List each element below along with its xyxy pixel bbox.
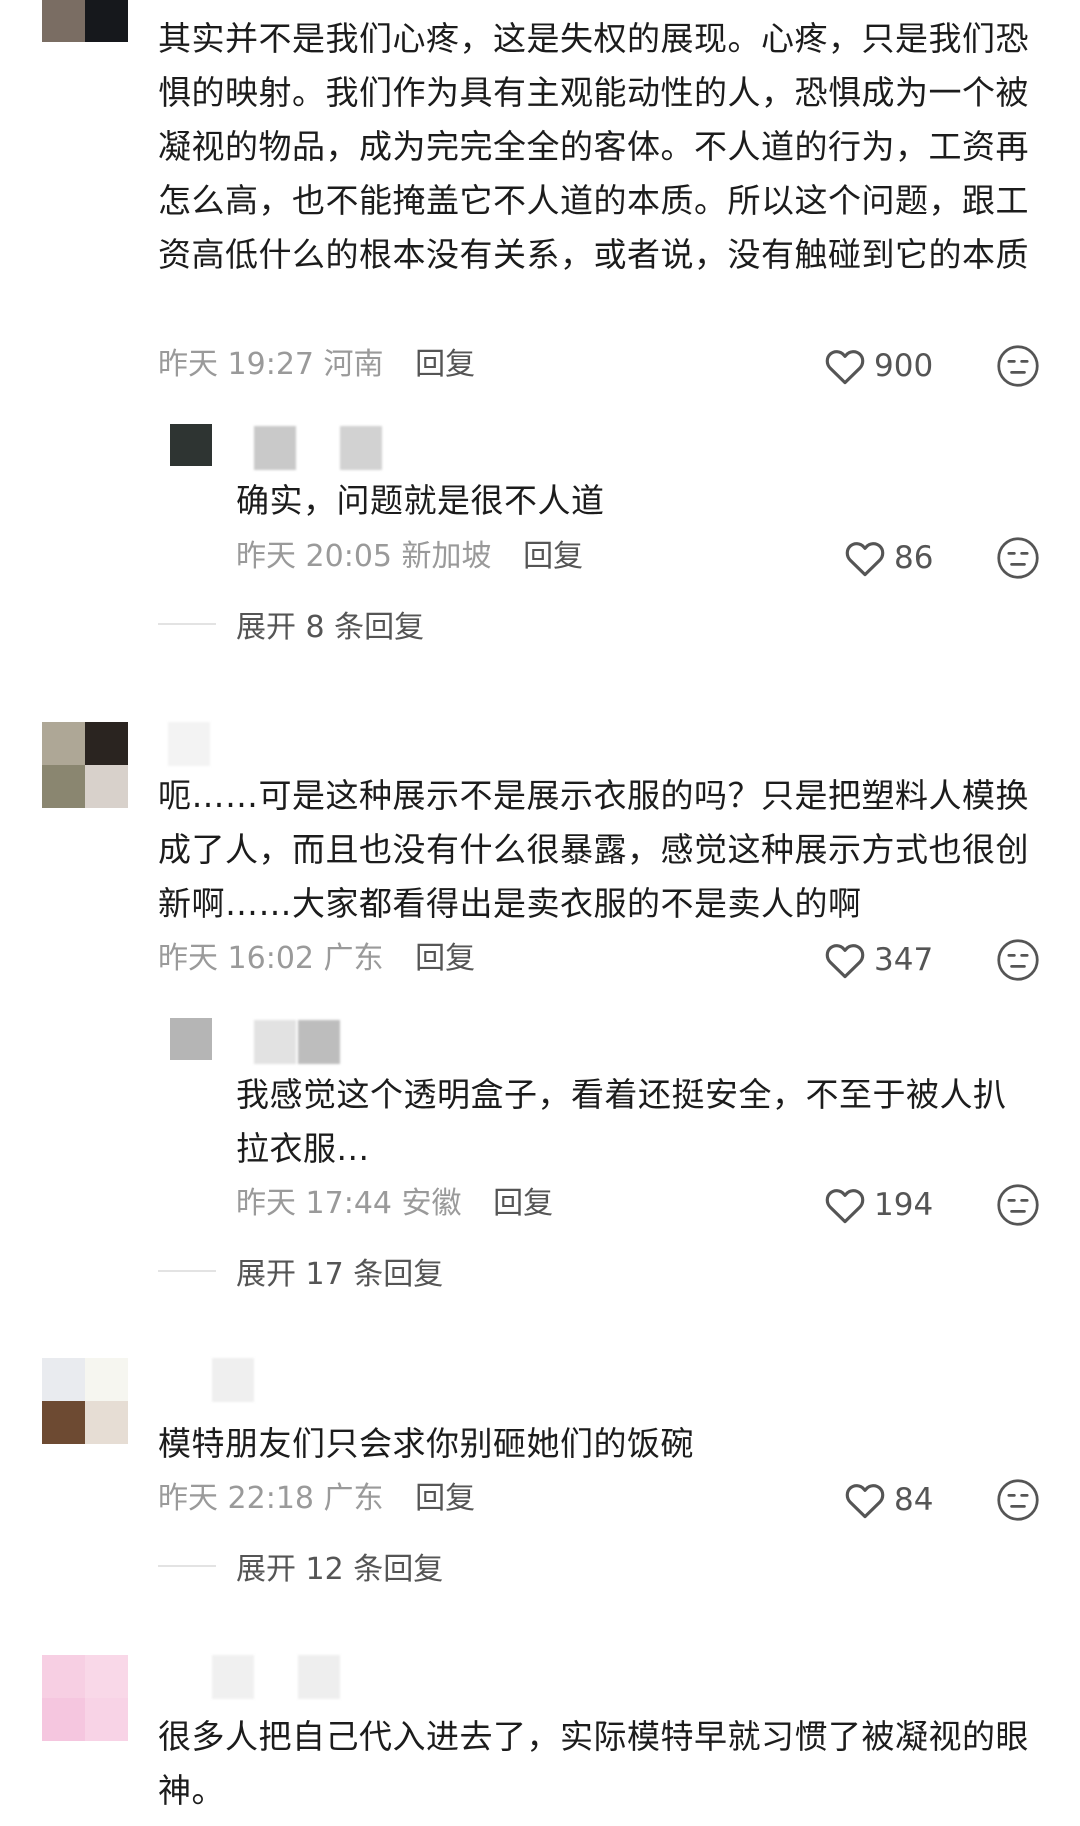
username-blurred	[168, 722, 210, 766]
expand-replies-button[interactable]: 展开 17 条回复	[158, 1249, 443, 1293]
reply-text: 我感觉这个透明盒子，看着还挺安全，不至于被人扒拉衣服...	[236, 1075, 1007, 1168]
like-button[interactable]: 84	[844, 1478, 933, 1522]
reply-username-blurred	[340, 426, 382, 470]
heart-outline-icon	[845, 1484, 885, 1519]
expand-replies-label: 展开 17 条回复	[236, 1257, 444, 1292]
expand-replies-label: 展开 8 条回复	[236, 610, 425, 645]
meh-face-icon[interactable]	[996, 1183, 1040, 1227]
reply-button[interactable]: 回复	[415, 941, 475, 976]
comment-time: 昨天 22:18	[158, 1481, 314, 1516]
comment-location: 广东	[323, 941, 384, 976]
like-button[interactable]: 900	[824, 344, 933, 388]
reply-username-blurred	[254, 1020, 296, 1064]
like-count: 194	[874, 1187, 934, 1223]
reply-username-blurred	[298, 1020, 340, 1064]
avatar[interactable]	[42, 1358, 128, 1444]
comment-text: 模特朋友们只会求你别砸她们的饭碗	[158, 1424, 694, 1463]
reply-button[interactable]: 回复	[523, 539, 583, 574]
comment-text: 其实并不是我们心疼，这是失权的展现。心疼，只是我们恐惧的映射。我们作为具有主观能…	[158, 19, 1029, 274]
reply-location: 新加坡	[401, 539, 492, 574]
expand-replies-label: 展开 12 条回复	[236, 1552, 444, 1587]
reply-username-blurred	[254, 426, 296, 470]
comment-meta: 昨天 22:18 广东 回复	[158, 1477, 475, 1521]
meh-face-icon[interactable]	[996, 938, 1040, 982]
like-count: 84	[894, 1482, 934, 1518]
heart-outline-icon	[825, 350, 865, 385]
avatar[interactable]	[42, 1655, 128, 1741]
comment-meta: 昨天 19:27 河南 回复	[158, 343, 475, 387]
like-count: 86	[894, 540, 934, 576]
username-blurred	[212, 1358, 254, 1402]
avatar[interactable]	[42, 722, 128, 808]
heart-outline-icon	[825, 944, 865, 979]
like-count: 347	[874, 942, 934, 978]
meh-face-icon[interactable]	[996, 536, 1040, 580]
reply-avatar[interactable]	[170, 424, 212, 466]
username-blurred	[212, 1655, 254, 1699]
reply-button[interactable]: 回复	[415, 1481, 475, 1516]
like-button[interactable]: 347	[824, 938, 933, 982]
username-blurred	[298, 1655, 340, 1699]
meh-face-icon[interactable]	[996, 1478, 1040, 1522]
comment-time: 昨天 16:02	[158, 941, 314, 976]
meh-face-icon[interactable]	[996, 344, 1040, 388]
expand-replies-button[interactable]: 展开 12 条回复	[158, 1544, 443, 1588]
comment-text: 很多人把自己代入进去了，实际模特早就习惯了被凝视的眼神。	[158, 1717, 1029, 1810]
heart-outline-icon	[825, 1189, 865, 1224]
comment-location: 广东	[323, 1481, 384, 1516]
comment-time: 昨天 19:27	[158, 347, 314, 382]
divider	[158, 1270, 216, 1272]
like-button[interactable]: 86	[844, 536, 933, 580]
divider	[158, 1565, 216, 1567]
like-button[interactable]: 194	[824, 1183, 933, 1227]
reply-text: 确实，问题就是很不人道	[236, 481, 605, 520]
comment-text: 呃……可是这种展示不是展示衣服的吗？只是把塑料人模换成了人，而且也没有什么很暴露…	[158, 776, 1029, 923]
divider	[158, 623, 216, 625]
reply-time: 昨天 17:44	[236, 1186, 392, 1221]
reply-avatar[interactable]	[170, 1018, 212, 1060]
avatar[interactable]	[42, 0, 128, 42]
like-count: 900	[874, 348, 934, 384]
reply-button[interactable]: 回复	[493, 1186, 553, 1221]
comment-location: 河南	[323, 347, 384, 382]
reply-meta: 昨天 20:05 新加坡 回复	[236, 535, 583, 579]
expand-replies-button[interactable]: 展开 8 条回复	[158, 602, 424, 646]
reply-time: 昨天 20:05	[236, 539, 392, 574]
comment-meta: 昨天 16:02 广东 回复	[158, 937, 475, 981]
reply-meta: 昨天 17:44 安徽 回复	[236, 1182, 553, 1226]
reply-location: 安徽	[401, 1186, 462, 1221]
reply-button[interactable]: 回复	[415, 347, 475, 382]
heart-outline-icon	[845, 542, 885, 577]
